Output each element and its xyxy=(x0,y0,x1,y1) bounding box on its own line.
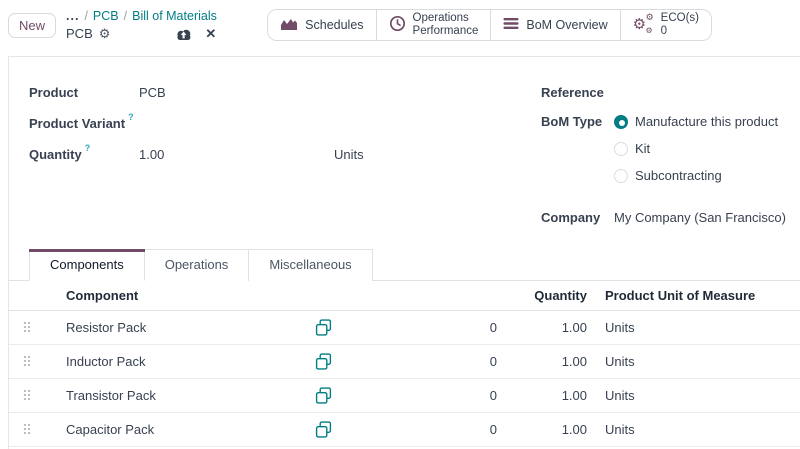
uom-cell[interactable]: Units xyxy=(593,388,800,403)
quantity-cell[interactable]: 1.00 xyxy=(505,320,593,335)
reference-label: Reference xyxy=(541,85,614,100)
breadcrumb-separator: / xyxy=(84,7,87,25)
company-label: Company xyxy=(541,210,614,225)
component-column-header[interactable]: Component xyxy=(45,288,315,303)
duplicate-icon[interactable] xyxy=(315,421,332,438)
product-label: Product xyxy=(29,85,139,100)
radio-unselected-icon[interactable] xyxy=(614,169,628,183)
duplicate-icon[interactable] xyxy=(315,387,332,404)
duplicate-icon[interactable] xyxy=(315,319,332,336)
table-header-row: Component Quantity Product Unit of Measu… xyxy=(9,281,800,311)
form-left-column: Product PCB Product Variant? Quantity? 1… xyxy=(29,77,541,233)
breadcrumb-ellipsis[interactable]: ... xyxy=(66,7,79,25)
radio-unselected-icon[interactable] xyxy=(614,142,628,156)
component-name-cell[interactable]: Capacitor Pack xyxy=(45,422,315,437)
operations-performance-label-line2: Performance xyxy=(413,25,479,37)
quantity-value[interactable]: 1.00 xyxy=(139,147,334,162)
clock-icon xyxy=(389,15,406,35)
quantity-column-header[interactable]: Quantity xyxy=(505,288,593,303)
breadcrumb-separator: / xyxy=(124,7,127,25)
tab-operations[interactable]: Operations xyxy=(145,249,250,281)
components-table: Component Quantity Product Unit of Measu… xyxy=(9,281,800,447)
tab-miscellaneous[interactable]: Miscellaneous xyxy=(249,249,372,281)
uom-cell[interactable]: Units xyxy=(593,354,800,369)
save-cloud-icon[interactable] xyxy=(174,28,193,41)
component-name-cell[interactable]: Resistor Pack xyxy=(45,320,315,335)
breadcrumb-item-pcb[interactable]: PCB xyxy=(93,7,119,25)
record-settings-gear-icon[interactable]: ⚙ xyxy=(99,25,111,44)
form-fields: Product PCB Product Variant? Quantity? 1… xyxy=(9,57,800,233)
bom-type-radio-group: Manufacture this product Kit Subcontract… xyxy=(614,108,778,189)
quantity-field-row: Quantity? 1.00 Units xyxy=(29,139,541,170)
area-chart-icon xyxy=(280,17,298,34)
top-bar: New ... / PCB / Bill of Materials PCB ⚙ xyxy=(0,0,800,50)
quantity-uom-value[interactable]: Units xyxy=(334,147,364,162)
gears-icon: ⚙⚙⚙ xyxy=(633,16,654,34)
eco-count: 0 xyxy=(661,25,667,37)
breadcrumb: ... / PCB / Bill of Materials PCB ⚙ xyxy=(66,7,217,44)
extra-count-cell: 0 xyxy=(355,354,505,369)
table-row[interactable]: ⠿ Transistor Pack 0 1.00 Units xyxy=(9,379,800,413)
quantity-cell[interactable]: 1.00 xyxy=(505,422,593,437)
product-field-row: Product PCB xyxy=(29,77,541,108)
quantity-cell[interactable]: 1.00 xyxy=(505,388,593,403)
operations-performance-label-line1: Operations xyxy=(413,12,469,24)
uom-column-header[interactable]: Product Unit of Measure xyxy=(593,288,800,303)
radio-selected-icon[interactable] xyxy=(614,115,628,129)
radio-label: Kit xyxy=(635,141,650,156)
drag-handle-icon[interactable]: ⠿ xyxy=(22,389,32,403)
eco-label: ECO(s) xyxy=(661,12,699,24)
operations-performance-button[interactable]: Operations Performance xyxy=(376,10,491,40)
company-value[interactable]: My Company (San Francisco) xyxy=(614,210,786,225)
uom-cell[interactable]: Units xyxy=(593,422,800,437)
bom-overview-label: BoM Overview xyxy=(526,18,607,32)
bom-type-label: BoM Type xyxy=(541,108,614,135)
radio-label: Manufacture this product xyxy=(635,114,778,129)
quantity-cell[interactable]: 1.00 xyxy=(505,354,593,369)
extra-count-cell: 0 xyxy=(355,422,505,437)
company-field-row: Company My Company (San Francisco) xyxy=(541,202,800,233)
radio-kit[interactable]: Kit xyxy=(614,135,778,162)
product-value[interactable]: PCB xyxy=(139,85,166,100)
component-name-cell[interactable]: Transistor Pack xyxy=(45,388,315,403)
table-row[interactable]: ⠿ Capacitor Pack 0 1.00 Units xyxy=(9,413,800,447)
quantity-label: Quantity? xyxy=(29,147,139,162)
radio-subcontracting[interactable]: Subcontracting xyxy=(614,162,778,189)
drag-handle-icon[interactable]: ⠿ xyxy=(22,355,32,369)
new-button[interactable]: New xyxy=(8,13,56,38)
reference-field-row: Reference xyxy=(541,77,800,108)
help-icon[interactable]: ? xyxy=(85,143,91,153)
drag-handle-icon[interactable]: ⠿ xyxy=(22,321,32,335)
product-variant-field-row: Product Variant? xyxy=(29,108,541,139)
product-variant-label: Product Variant? xyxy=(29,116,139,131)
form-sheet: Product PCB Product Variant? Quantity? 1… xyxy=(8,56,800,449)
bom-type-field-row: BoM Type Manufacture this product Kit xyxy=(541,108,800,189)
bom-form-page: New ... / PCB / Bill of Materials PCB ⚙ xyxy=(0,0,800,449)
uom-cell[interactable]: Units xyxy=(593,320,800,335)
record-title: PCB xyxy=(66,25,93,44)
breadcrumb-item-bill-of-materials[interactable]: Bill of Materials xyxy=(132,7,217,25)
eco-button[interactable]: ⚙⚙⚙ ECO(s) 0 xyxy=(620,10,711,40)
discard-close-icon[interactable]: ✕ xyxy=(205,25,216,44)
radio-label: Subcontracting xyxy=(635,168,722,183)
schedules-button[interactable]: Schedules xyxy=(268,10,375,40)
extra-count-cell: 0 xyxy=(355,388,505,403)
bom-overview-button[interactable]: BoM Overview xyxy=(490,10,619,40)
form-right-column: Reference BoM Type Manufacture this prod… xyxy=(541,77,800,233)
extra-count-cell: 0 xyxy=(355,320,505,335)
notebook-tab-bar: Components Operations Miscellaneous xyxy=(9,249,800,281)
drag-handle-icon[interactable]: ⠿ xyxy=(22,423,32,437)
component-name-cell[interactable]: Inductor Pack xyxy=(45,354,315,369)
table-row[interactable]: ⠿ Resistor Pack 0 1.00 Units xyxy=(9,311,800,345)
list-icon xyxy=(503,17,519,33)
tab-components[interactable]: Components xyxy=(29,249,145,281)
help-icon[interactable]: ? xyxy=(128,112,134,122)
stat-button-group: Schedules Operations Performance xyxy=(267,9,712,41)
duplicate-icon[interactable] xyxy=(315,353,332,370)
table-row[interactable]: ⠿ Inductor Pack 0 1.00 Units xyxy=(9,345,800,379)
radio-manufacture-this-product[interactable]: Manufacture this product xyxy=(614,108,778,135)
record-save-cluster: ✕ xyxy=(174,25,216,44)
schedules-label: Schedules xyxy=(305,18,363,32)
